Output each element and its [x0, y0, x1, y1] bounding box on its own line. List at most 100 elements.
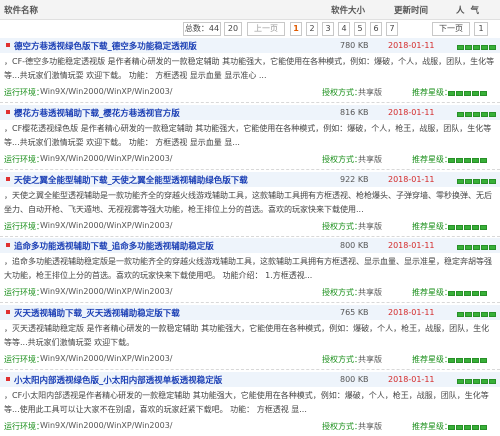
env-value: Win9X/Win2000/WinXP/Win2003/	[40, 287, 173, 296]
star-icon	[464, 358, 471, 363]
star-icon	[472, 91, 479, 96]
item-description: ，灭天透视辅助稳定版 是作者精心研发的一款稳定辅助 其功能强大，它能使用在各种模…	[4, 324, 490, 347]
bullet-icon	[6, 377, 10, 381]
env-value: Win9X/Win2000/WinXP/Win2003/	[40, 154, 173, 163]
star-icon	[465, 179, 472, 184]
item-date: 2018-01-11	[388, 375, 435, 384]
star-icon	[456, 91, 463, 96]
star-icon	[489, 312, 496, 317]
item-date: 2018-01-11	[388, 175, 435, 184]
software-item: 小太阳内部透视绿色版_小太阳内部透视单板透视稳定版 800 KB 2018-01…	[0, 372, 500, 436]
pager-page-2[interactable]: 2	[306, 22, 318, 36]
popularity-stars	[457, 110, 497, 117]
auth-value: 共享版	[358, 288, 382, 297]
item-date: 2018-01-11	[388, 308, 435, 317]
star-icon	[473, 112, 480, 117]
pager-jump-input[interactable]: 1	[474, 22, 488, 36]
rating-label: 推荐星级：	[412, 355, 452, 364]
env-label: 运行环境：	[4, 288, 44, 297]
item-meta: 运行环境： Win9X/Win2000/WinXP/Win2003/ 授权方式：…	[4, 219, 496, 233]
star-icon	[480, 291, 487, 296]
star-icon	[464, 158, 471, 163]
popularity-stars	[457, 177, 497, 184]
star-icon	[473, 245, 480, 250]
env-value: Win9X/Win2000/WinXP/Win2003/	[40, 87, 173, 96]
header-date-label: 更新时间	[394, 6, 429, 16]
star-icon	[457, 45, 464, 50]
star-icon	[481, 379, 488, 384]
auth-label: 授权方式：	[322, 222, 362, 231]
star-icon	[448, 91, 455, 96]
pager-page-1[interactable]: 1	[290, 22, 302, 36]
auth-value: 共享版	[358, 222, 382, 231]
star-icon	[489, 45, 496, 50]
star-icon	[465, 312, 472, 317]
star-icon	[465, 245, 472, 250]
env-label: 运行环境：	[4, 155, 44, 164]
auth-value: 共享版	[358, 155, 382, 164]
auth-value: 共享版	[358, 355, 382, 364]
pager-per-page: 20	[224, 22, 242, 36]
pager-page-4[interactable]: 4	[338, 22, 350, 36]
star-icon	[481, 312, 488, 317]
item-description: ，CF-德空多功能稳定透视版 是作者精心研发的一款稳定辅助 其功能强大，它能使用…	[4, 57, 495, 80]
pager-page-3[interactable]: 3	[322, 22, 334, 36]
pagination: 总数：44 20 上一页 1 2 3 4 5 6 7 下一页 1	[0, 22, 500, 38]
star-icon	[472, 291, 479, 296]
item-description: ，追命多功能透视辅助稳定版是一款功能齐全的穿越火线游戏辅助工具，这款辅助工具拥有…	[4, 257, 492, 280]
star-icon	[473, 45, 480, 50]
star-icon	[464, 225, 471, 230]
item-title-link[interactable]: 追命多功能透视辅助下载_追命多功能透视辅助稳定版	[14, 240, 214, 252]
star-icon	[456, 225, 463, 230]
star-icon	[456, 425, 463, 430]
star-icon	[465, 112, 472, 117]
popularity-stars	[457, 243, 497, 250]
item-divider	[0, 102, 500, 103]
star-icon	[464, 291, 471, 296]
star-icon	[480, 358, 487, 363]
software-item: 灭天透视辅助下载_灭天透视辅助稳定版下载 765 KB 2018-01-11 ，…	[0, 305, 500, 371]
header-name-label: 软件名称	[4, 6, 39, 16]
item-title-link[interactable]: 小太阳内部透视绿色版_小太阳内部透视单板透视稳定版	[14, 374, 222, 386]
rating-stars	[448, 289, 488, 298]
pager-page-5[interactable]: 5	[354, 22, 366, 36]
item-description: ，天使之翼全能型透视辅助是一款功能齐全的穿越火线游戏辅助工具，这款辅助工具拥有方…	[4, 191, 492, 214]
rating-stars	[448, 156, 488, 165]
item-divider	[0, 302, 500, 303]
star-icon	[481, 112, 488, 117]
star-icon	[472, 358, 479, 363]
item-title-link[interactable]: 天使之翼全能型辅助下载_天使之翼全能型透视辅助绿色版下载	[14, 174, 248, 186]
env-label: 运行环境：	[4, 222, 44, 231]
pager-page-6[interactable]: 6	[370, 22, 382, 36]
star-icon	[472, 225, 479, 230]
pager-prev-button[interactable]: 上一页	[247, 22, 285, 36]
item-title-link[interactable]: 樱花方巷透视辅助下载_樱花方巷透视官方版	[14, 107, 180, 119]
star-icon	[456, 158, 463, 163]
header-popularity-label: 人气	[456, 6, 486, 16]
software-item: 樱花方巷透视辅助下载_樱花方巷透视官方版 816 KB 2018-01-11 ，…	[0, 105, 500, 171]
item-title-link[interactable]: 德空方巷透视绿色版下载_德空多功能稳定透视版	[14, 40, 197, 52]
star-icon	[457, 179, 464, 184]
rating-label: 推荐星级：	[412, 88, 452, 97]
item-size: 800 KB	[340, 375, 369, 384]
pager-next-button[interactable]: 下一页	[432, 22, 470, 36]
star-icon	[473, 379, 480, 384]
star-icon	[481, 45, 488, 50]
item-meta: 运行环境： Win9X/Win2000/WinXP/Win2003/ 授权方式：…	[4, 85, 496, 99]
pager-page-7[interactable]: 7	[386, 22, 398, 36]
env-label: 运行环境：	[4, 422, 44, 431]
star-icon	[481, 179, 488, 184]
software-item: 追命多功能透视辅助下载_追命多功能透视辅助稳定版 800 KB 2018-01-…	[0, 238, 500, 304]
star-icon	[489, 379, 496, 384]
bullet-icon	[6, 43, 10, 47]
star-icon	[480, 158, 487, 163]
star-icon	[448, 158, 455, 163]
auth-value: 共享版	[358, 422, 382, 431]
auth-label: 授权方式：	[322, 355, 362, 364]
item-title-link[interactable]: 灭天透视辅助下载_灭天透视辅助稳定版下载	[14, 307, 180, 319]
auth-label: 授权方式：	[322, 422, 362, 431]
item-meta: 运行环境： Win9X/Win2000/WinXP/Win2003/ 授权方式：…	[4, 285, 496, 299]
item-divider	[0, 169, 500, 170]
auth-label: 授权方式：	[322, 288, 362, 297]
item-meta: 运行环境： Win9X/Win2000/WinXP/Win2003/ 授权方式：…	[4, 152, 496, 166]
